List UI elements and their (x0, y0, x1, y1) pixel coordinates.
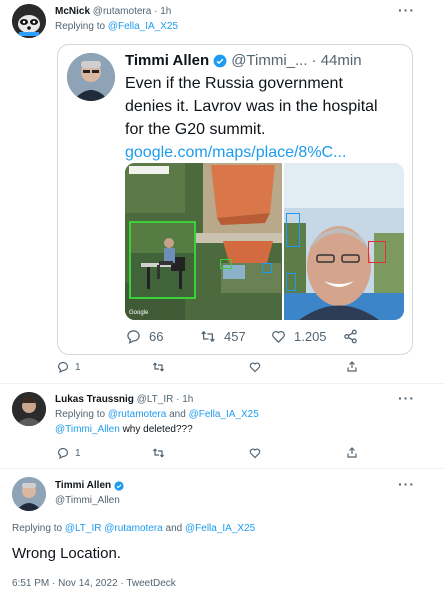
reply-icon (127, 330, 140, 344)
heart-icon (272, 331, 285, 344)
replying-to-label: Replying to (12, 523, 63, 534)
quoted-like-count: 1.205 (294, 329, 327, 344)
quoted-reply-count: 66 (149, 329, 164, 344)
mention-link[interactable]: @Fella_IA_X25 (108, 21, 178, 32)
tweet-time[interactable]: · 1h (154, 6, 171, 17)
highlight-box-marker (262, 263, 272, 273)
quoted-text-line-1: Even if the Russia government (125, 75, 343, 92)
quoted-share-button[interactable] (343, 329, 358, 344)
retweet-button[interactable] (152, 447, 165, 459)
mention-link[interactable]: @rutamotera (108, 409, 167, 420)
retweet-button[interactable] (152, 361, 165, 373)
reply-button[interactable]: 1 (57, 447, 81, 459)
retweet-icon (201, 331, 215, 342)
author-handle[interactable]: @rutamotera (93, 6, 152, 17)
more-options-icon[interactable]: ··· (398, 2, 415, 18)
author-handle[interactable]: @Timmi_Allen (55, 495, 120, 506)
quoted-tweet[interactable]: Timmi Allen @Timmi_... · 44min Even if t… (57, 44, 413, 355)
and-label: and (169, 409, 186, 420)
raccoon-avatar-icon (12, 4, 46, 38)
quoted-retweet-count: 457 (224, 329, 246, 344)
mention-link[interactable]: @Timmi_Allen (55, 424, 120, 435)
mention-link[interactable]: @Fella_IA_X25 (189, 409, 259, 420)
quoted-retweet-stat[interactable]: 457 (200, 329, 246, 344)
reply-count: 1 (75, 361, 81, 373)
quoted-author-name[interactable]: Timmi Allen (125, 52, 209, 69)
share-nodes-icon (344, 329, 357, 344)
like-button[interactable] (249, 447, 261, 459)
share-button[interactable] (346, 446, 358, 459)
person-avatar-icon (67, 53, 115, 101)
quoted-text-line-2: denies it. Lavrov was in the hospital (125, 98, 378, 115)
verified-badge-icon (114, 480, 124, 491)
google-label: Google (129, 310, 149, 316)
heart-icon (249, 448, 261, 459)
retweet-icon (153, 448, 164, 458)
mention-link[interactable]: @LT_IR (65, 523, 102, 534)
tweet-timestamp[interactable]: 6:51 PM · Nov 14, 2022 · TweetDeck (12, 578, 176, 589)
highlight-box-location (220, 259, 232, 269)
avatar[interactable] (12, 4, 46, 38)
highlight-box-left (286, 213, 300, 247)
quoted-like-stat[interactable]: 1.205 (271, 329, 327, 344)
author-handle[interactable]: @LT_IR (137, 394, 174, 405)
share-icon (347, 361, 357, 372)
retweet-icon (153, 362, 164, 372)
share-icon (347, 447, 357, 458)
avatar[interactable] (12, 392, 46, 426)
person-avatar-icon (12, 392, 46, 426)
author-name[interactable]: Lukas Traussnig (55, 394, 134, 405)
divider (0, 383, 444, 384)
divider (0, 468, 444, 469)
quoted-avatar[interactable] (67, 53, 115, 101)
highlight-box-lower (286, 273, 296, 291)
quoted-text-line-3: for the G20 summit. (125, 121, 266, 138)
quoted-tweet-time[interactable]: · 44min (312, 52, 362, 69)
highlight-box-right (368, 241, 386, 263)
more-options-icon[interactable]: ··· (398, 390, 415, 406)
satellite-image[interactable]: Google (125, 163, 282, 320)
tweet-text: why deleted??? (122, 424, 193, 435)
mention-link[interactable]: @rutamotera (104, 523, 163, 534)
more-options-icon[interactable]: ··· (398, 476, 415, 492)
replying-to-label: Replying to (55, 409, 106, 420)
person-avatar-icon (12, 477, 46, 511)
author-name[interactable]: McNick (55, 6, 90, 17)
share-button[interactable] (346, 360, 358, 373)
avatar[interactable] (12, 477, 46, 511)
highlight-box-photo (129, 221, 196, 299)
tweet-time[interactable]: · 1h (176, 394, 193, 405)
quoted-author-handle[interactable]: @Timmi_... (231, 52, 307, 69)
portrait-photo[interactable] (284, 163, 404, 320)
tweet-text: Wrong Location. (12, 545, 121, 562)
and-label: and (165, 523, 183, 534)
reply-icon (57, 447, 69, 459)
like-button[interactable] (249, 361, 261, 373)
media-container[interactable]: Google (125, 163, 404, 320)
mention-link[interactable]: @Fella_IA_X25 (185, 523, 255, 534)
reply-count: 1 (75, 447, 81, 459)
lavrov-photo-icon (284, 163, 404, 320)
quoted-link[interactable]: google.com/maps/place/8%C... (125, 141, 378, 164)
reply-button[interactable]: 1 (57, 361, 81, 373)
quoted-reply-stat[interactable]: 66 (126, 329, 163, 344)
verified-badge-icon (213, 54, 227, 67)
replying-to-label: Replying to (55, 21, 106, 32)
author-name[interactable]: Timmi Allen (55, 480, 111, 491)
person-sitting-icon (131, 223, 194, 297)
reply-icon (57, 361, 69, 373)
street-view-label (129, 166, 169, 174)
heart-icon (249, 362, 261, 373)
